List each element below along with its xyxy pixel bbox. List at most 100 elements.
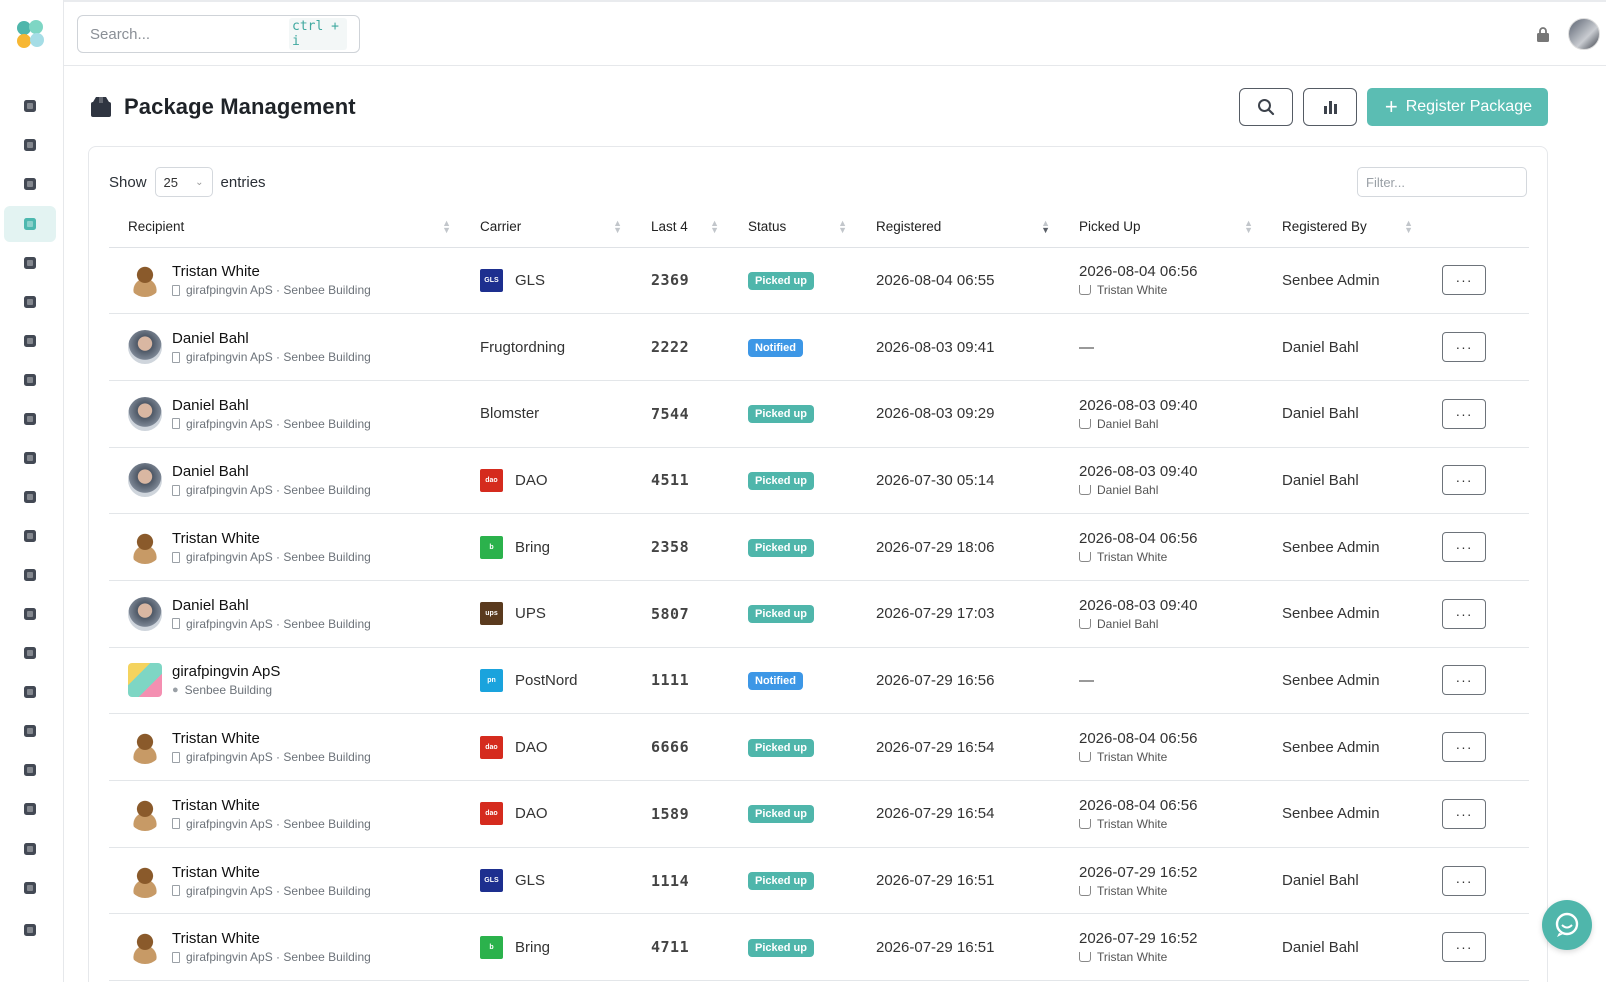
recipient-name[interactable]: Tristan White xyxy=(172,930,371,947)
status-badge: Picked up xyxy=(748,271,814,290)
row-actions-button[interactable]: ··· xyxy=(1442,598,1486,629)
status-cell: Notified xyxy=(729,647,857,714)
table-row[interactable]: Tristan White girafpingvin ApS · Senbee B… xyxy=(109,914,1529,981)
row-actions-button[interactable]: ··· xyxy=(1442,932,1486,963)
recipient-name[interactable]: Tristan White xyxy=(172,797,371,814)
sidebar-item-helicopter[interactable] xyxy=(4,88,56,124)
table-row[interactable]: Daniel Bahl girafpingvin ApS · Senbee Bui… xyxy=(109,380,1529,448)
row-actions-button[interactable]: ··· xyxy=(1442,865,1486,896)
recipient-name[interactable]: Daniel Bahl xyxy=(172,330,371,347)
recipient-location: girafpingvin ApS · Senbee Building xyxy=(172,817,371,831)
search-button[interactable] xyxy=(1238,88,1293,126)
column-header-recipient[interactable]: Recipient ▲ ▼ xyxy=(109,207,461,248)
actions-cell: ··· xyxy=(1423,781,1529,848)
sidebar-item-building[interactable] xyxy=(4,284,56,320)
sidebar-item-user-gear[interactable] xyxy=(4,912,56,948)
table-row[interactable]: girafpingvin ApS ● Senbee Building pn PostNo… xyxy=(109,647,1529,714)
sidebar-item-box[interactable] xyxy=(4,206,56,242)
last4-cell: 1589 xyxy=(632,781,729,848)
table-row[interactable]: Tristan White girafpingvin ApS · Senbee B… xyxy=(109,847,1529,914)
row-actions-button[interactable]: ··· xyxy=(1442,332,1486,363)
lock-icon[interactable] xyxy=(1536,26,1550,42)
recipient-name[interactable]: Daniel Bahl xyxy=(172,397,371,414)
building-icon xyxy=(172,951,180,963)
table-row[interactable]: Tristan White girafpingvin ApS · Senbee B… xyxy=(109,781,1529,848)
sidebar-item-user-clock[interactable] xyxy=(4,401,56,437)
table-row[interactable]: Tristan White girafpingvin ApS · Senbee B… xyxy=(109,714,1529,781)
sidebar-item-escalator[interactable] xyxy=(4,557,56,593)
recipient-name[interactable]: Tristan White xyxy=(172,530,371,547)
carrier-logo-gls: GLS xyxy=(480,268,503,292)
picked-up-by-name: Tristan White xyxy=(1097,883,1168,898)
sidebar-item-list[interactable] xyxy=(4,870,56,906)
table-row[interactable]: Tristan White girafpingvin ApS · Senbee B… xyxy=(109,514,1529,581)
filter-input[interactable] xyxy=(1357,167,1527,197)
recipient-name[interactable]: Daniel Bahl xyxy=(172,597,371,614)
table-row[interactable]: Daniel Bahl girafpingvin ApS · Senbee Bui… xyxy=(109,447,1529,514)
column-header-registered-by[interactable]: Registered By ▲ ▼ xyxy=(1263,207,1423,248)
sidebar-item-people-arrows[interactable] xyxy=(4,166,56,202)
sidebar-item-users[interactable] xyxy=(4,127,56,163)
recipient-sub: girafpingvin ApS · Senbee Building xyxy=(186,283,371,298)
app-logo[interactable] xyxy=(14,18,48,52)
avatar xyxy=(128,663,162,698)
sort-icon: ▲ ▼ xyxy=(1404,218,1413,235)
recipient-location: girafpingvin ApS · Senbee Building xyxy=(172,417,371,431)
column-header-registered[interactable]: Registered ▲ ▼ xyxy=(857,207,1060,248)
sidebar-item-apps[interactable] xyxy=(4,791,56,827)
sidebar-item-map-pin[interactable] xyxy=(4,674,56,710)
table-row[interactable]: Daniel Bahl girafpingvin ApS · Senbee Bui… xyxy=(109,580,1529,648)
carrier-name: Blomster xyxy=(480,405,540,423)
status-cell: Notified xyxy=(729,314,857,381)
sidebar-item-truck[interactable] xyxy=(4,440,56,476)
search-input[interactable] xyxy=(90,25,289,43)
entries-select[interactable]: 25 ⌄ xyxy=(154,167,213,197)
recipient-cell: Daniel Bahl girafpingvin ApS · Senbee Bui… xyxy=(109,580,461,647)
row-actions-button[interactable]: ··· xyxy=(1442,798,1486,829)
sidebar-item-calendar[interactable] xyxy=(4,479,56,515)
column-header-carrier[interactable]: Carrier ▲ ▼ xyxy=(461,207,632,248)
recipient-name[interactable]: Daniel Bahl xyxy=(172,463,371,480)
sidebar-item-grid[interactable] xyxy=(4,518,56,554)
sidebar-item-desk[interactable] xyxy=(4,635,56,671)
registered-date: 2026-07-30 05:14 xyxy=(876,471,995,489)
carrier-logo-gls: GLS xyxy=(480,869,503,893)
row-actions-button[interactable]: ··· xyxy=(1442,465,1486,496)
table-row[interactable]: Daniel Bahl girafpingvin ApS · Senbee Bui… xyxy=(109,314,1529,381)
column-label: Registered By xyxy=(1282,219,1367,235)
register-package-button[interactable]: + Register Package xyxy=(1366,88,1548,126)
sidebar-item-layers[interactable] xyxy=(4,752,56,788)
picked-up-by: Daniel Bahl xyxy=(1079,483,1263,497)
row-actions-button[interactable]: ··· xyxy=(1442,732,1486,763)
status-cell: Picked up xyxy=(729,781,857,848)
row-actions-button[interactable]: ··· xyxy=(1442,665,1486,696)
sidebar-item-people-group[interactable] xyxy=(4,362,56,398)
recipient-name[interactable]: Tristan White xyxy=(172,730,371,747)
column-header-picked-up[interactable]: Picked Up ▲ ▼ xyxy=(1060,207,1263,248)
sidebar-item-boxes[interactable] xyxy=(4,831,56,867)
column-header-last-4[interactable]: Last 4 ▲ ▼ xyxy=(632,207,729,248)
carrier-cell: dao DAO xyxy=(461,781,632,848)
recipient-name[interactable]: girafpingvin ApS xyxy=(172,663,280,680)
sidebar-item-building-small[interactable] xyxy=(4,596,56,632)
registered-cell: 2026-07-29 16:51 xyxy=(857,914,1060,981)
recipient-name[interactable]: Tristan White xyxy=(172,263,371,280)
column-header-status[interactable]: Status ▲ ▼ xyxy=(729,207,857,248)
picked-up-cell: 2026-08-04 06:56 Tristan White xyxy=(1060,781,1263,848)
registered-cell: 2026-07-30 05:14 xyxy=(857,447,1060,514)
chat-button[interactable] xyxy=(1542,900,1592,950)
picked-up-by: Tristan White xyxy=(1079,884,1263,898)
search-box[interactable]: ctrl + i xyxy=(77,15,360,53)
stats-button[interactable] xyxy=(1302,88,1357,126)
recipient-name[interactable]: Tristan White xyxy=(172,864,371,881)
sidebar-item-robot[interactable] xyxy=(4,245,56,281)
city-icon xyxy=(24,335,36,347)
sidebar-item-city[interactable] xyxy=(4,323,56,359)
table-row[interactable]: Tristan White girafpingvin ApS · Senbee B… xyxy=(109,247,1529,314)
sidebar-item-globe[interactable] xyxy=(4,713,56,749)
user-avatar[interactable] xyxy=(1568,18,1600,50)
row-actions-button[interactable]: ··· xyxy=(1442,532,1486,563)
row-actions-button[interactable]: ··· xyxy=(1442,265,1486,296)
row-actions-button[interactable]: ··· xyxy=(1442,398,1486,429)
picked-up-by-name: Tristan White xyxy=(1097,950,1168,965)
